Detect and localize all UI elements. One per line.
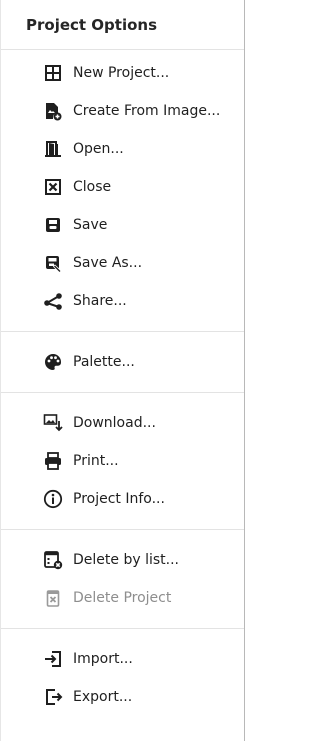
menu-item-label: Import...	[73, 651, 133, 667]
door-open-icon	[43, 139, 63, 159]
menu-item-save-as[interactable]: Save As...	[1, 244, 244, 282]
menu-item-palette[interactable]: Palette...	[1, 343, 244, 381]
menu-item-delete-by-list[interactable]: Delete by list...	[1, 541, 244, 579]
info-icon	[43, 489, 63, 509]
menu-item-label: Delete by list...	[73, 552, 179, 568]
menu-item-project-info[interactable]: Project Info...	[1, 480, 244, 518]
menu-title: Project Options	[1, 0, 244, 50]
menu-item-label: Print...	[73, 453, 119, 469]
menu-item-label: Delete Project	[73, 590, 172, 606]
menu-section: New Project... Create From Image... Open..…	[1, 50, 244, 324]
menu-item-label: Create From Image...	[73, 103, 221, 119]
menu-item-print[interactable]: Print...	[1, 442, 244, 480]
menu-section: Import... Export...	[1, 636, 244, 720]
menu-item-share[interactable]: Share...	[1, 282, 244, 320]
save-as-icon	[43, 253, 63, 273]
menu-item-create-from-image[interactable]: Create From Image...	[1, 92, 244, 130]
menu-body: New Project... Create From Image... Open..…	[1, 50, 244, 720]
export-icon	[43, 687, 63, 707]
menu-separator	[1, 628, 244, 629]
menu-item-import[interactable]: Import...	[1, 640, 244, 678]
menu-item-delete-project: Delete Project	[1, 579, 244, 617]
delete-list-icon	[43, 550, 63, 570]
menu-item-label: Project Info...	[73, 491, 165, 507]
share-icon	[43, 291, 63, 311]
menu-separator	[1, 331, 244, 332]
import-icon	[43, 649, 63, 669]
menu-section: Palette...	[1, 339, 244, 385]
printer-icon	[43, 451, 63, 471]
close-box-icon	[43, 177, 63, 197]
menu-item-label: New Project...	[73, 65, 170, 81]
menu-item-label: Save As...	[73, 255, 143, 271]
menu-item-label: Download...	[73, 415, 156, 431]
menu-section: Download... Print... Project Info...	[1, 400, 244, 522]
menu-item-save[interactable]: Save	[1, 206, 244, 244]
download-image-icon	[43, 413, 63, 433]
menu-item-label: Export...	[73, 689, 133, 705]
menu-item-new-project[interactable]: New Project...	[1, 54, 244, 92]
menu-item-label: Palette...	[73, 354, 135, 370]
menu-item-export[interactable]: Export...	[1, 678, 244, 716]
menu-section: Delete by list... Delete Project	[1, 537, 244, 621]
delete-project-icon	[43, 588, 63, 608]
save-icon	[43, 215, 63, 235]
menu-item-label: Save	[73, 217, 108, 233]
menu-item-close[interactable]: Close	[1, 168, 244, 206]
grid-icon	[43, 63, 63, 83]
menu-item-label: Close	[73, 179, 112, 195]
menu-item-label: Share...	[73, 293, 127, 309]
menu-separator	[1, 529, 244, 530]
menu-separator	[1, 392, 244, 393]
menu-item-label: Open...	[73, 141, 124, 157]
project-options-menu: Project Options New Project... Create Fro…	[0, 0, 245, 741]
image-file-plus-icon	[43, 101, 63, 121]
palette-icon	[43, 352, 63, 372]
menu-item-open[interactable]: Open...	[1, 130, 244, 168]
menu-item-download[interactable]: Download...	[1, 404, 244, 442]
